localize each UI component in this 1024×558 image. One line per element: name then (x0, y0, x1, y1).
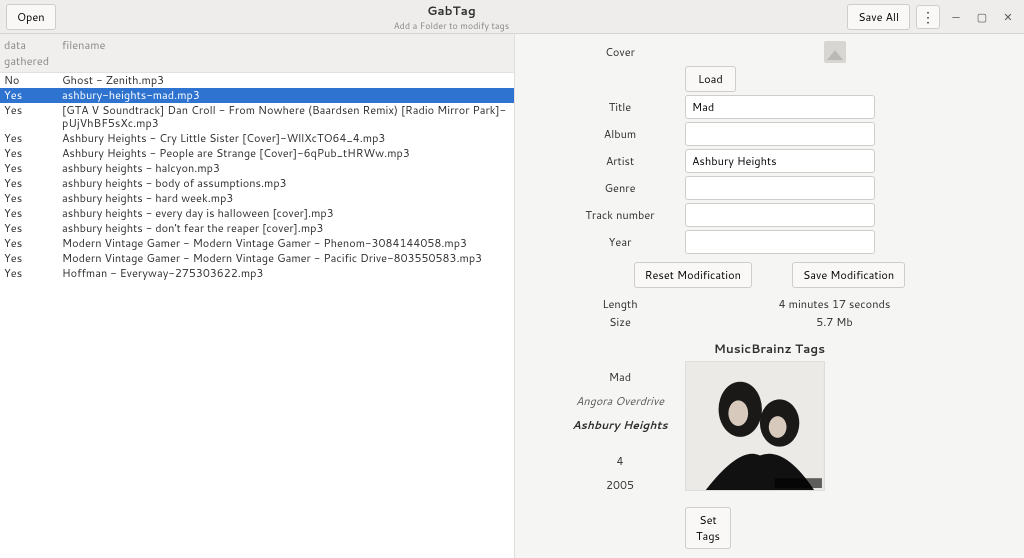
year-input[interactable] (685, 230, 875, 254)
table-row[interactable]: Yesashbury heights - don't fear the reap… (0, 221, 514, 236)
size-label: Size (555, 314, 685, 330)
title-input[interactable] (685, 95, 875, 119)
cell-gathered: No (4, 74, 62, 87)
musicbrainz-cover-image (685, 361, 825, 491)
table-row[interactable]: Yesashbury heights - halcyon.mp3 (0, 161, 514, 176)
cell-gathered: Yes (4, 192, 62, 205)
artist-input[interactable] (685, 149, 875, 173)
musicbrainz-tags: Mad Angora Overdrive Ashbury Heights 4 2… (555, 361, 685, 501)
title-label: Title (555, 99, 685, 115)
app-subtitle: Add a Folder to modify tags (62, 19, 842, 32)
close-button[interactable]: ✕ (998, 7, 1018, 27)
open-button[interactable]: Open (6, 4, 56, 30)
column-header-filename[interactable]: filename (62, 37, 510, 69)
cell-gathered: Yes (4, 89, 62, 102)
column-header-gathered[interactable]: data gathered (4, 37, 62, 69)
length-label: Length (555, 296, 685, 312)
table-row[interactable]: YesModern Vintage Gamer - Modern Vintage… (0, 236, 514, 251)
cell-filename: Ashbury Heights - People are Strange [Co… (62, 147, 510, 160)
cell-gathered: Yes (4, 237, 62, 250)
cell-filename: ashbury heights - don't fear the reaper … (62, 222, 510, 235)
cell-filename: Modern Vintage Gamer - Modern Vintage Ga… (62, 252, 510, 265)
cell-filename: ashbury heights - every day is halloween… (62, 207, 510, 220)
cell-gathered: Yes (4, 132, 62, 145)
cover-label: Cover (555, 44, 685, 60)
titlebar: Open GabTag Add a Folder to modify tags … (0, 0, 1024, 34)
cell-gathered: Yes (4, 104, 62, 130)
cell-gathered: Yes (4, 252, 62, 265)
load-cover-button[interactable]: Load (685, 66, 736, 92)
table-header: data gathered filename (0, 34, 514, 73)
cover-placeholder-icon (824, 41, 846, 63)
year-label: Year (555, 234, 685, 250)
cell-filename: Ghost - Zenith.mp3 (62, 74, 510, 87)
length-value: 4 minutes 17 seconds (685, 296, 984, 312)
details-panel: Cover Load Title Album Artist Genre Trac… (515, 34, 1024, 558)
save-modification-button[interactable]: Save Modification (792, 262, 905, 288)
cell-filename: ashbury heights - halcyon.mp3 (62, 162, 510, 175)
album-label: Album (555, 126, 685, 142)
cell-gathered: Yes (4, 177, 62, 190)
table-row[interactable]: Yesashbury heights - body of assumptions… (0, 176, 514, 191)
table-row[interactable]: YesHoffman - Everyway-275303622.mp3 (0, 266, 514, 281)
kebab-icon (921, 7, 935, 27)
table-row[interactable]: YesModern Vintage Gamer - Modern Vintage… (0, 251, 514, 266)
track-input[interactable] (685, 203, 875, 227)
cell-filename: [GTA V Soundtrack] Dan Croll - From Nowh… (62, 104, 510, 130)
cell-filename: ashbury heights - body of assumptions.mp… (62, 177, 510, 190)
hamburger-menu-button[interactable] (916, 5, 940, 29)
cell-gathered: Yes (4, 207, 62, 220)
table-body: NoGhost - Zenith.mp3Yesashbury-heights-m… (0, 73, 514, 558)
mb-title: Mad (555, 369, 685, 385)
genre-label: Genre (555, 180, 685, 196)
app-title: GabTag (62, 2, 842, 19)
track-label: Track number (555, 207, 685, 223)
cell-gathered: Yes (4, 147, 62, 160)
table-row[interactable]: YesAshbury Heights - People are Strange … (0, 146, 514, 161)
mb-year: 2005 (555, 477, 685, 493)
cell-filename: Modern Vintage Gamer - Modern Vintage Ga… (62, 237, 510, 250)
table-row[interactable]: Yes[GTA V Soundtrack] Dan Croll - From N… (0, 103, 514, 131)
table-row[interactable]: Yesashbury heights - every day is hallow… (0, 206, 514, 221)
table-row[interactable]: Yesashbury-heights-mad.mp3 (0, 88, 514, 103)
musicbrainz-heading: MusicBrainz Tags (555, 340, 984, 357)
file-list-panel: data gathered filename NoGhost - Zenith.… (0, 34, 515, 558)
size-value: 5.7 Mb (685, 314, 984, 330)
minimize-button[interactable]: — (946, 7, 966, 27)
table-row[interactable]: YesAshbury Heights - Cry Little Sister [… (0, 131, 514, 146)
table-row[interactable]: Yesashbury heights - hard week.mp3 (0, 191, 514, 206)
cell-gathered: Yes (4, 267, 62, 280)
mb-artist: Ashbury Heights (555, 417, 685, 433)
set-tags-button[interactable]: Set Tags (685, 507, 731, 549)
reset-modification-button[interactable]: Reset Modification (634, 262, 752, 288)
table-row[interactable]: NoGhost - Zenith.mp3 (0, 73, 514, 88)
mb-album: Angora Overdrive (555, 393, 685, 409)
album-input[interactable] (685, 122, 875, 146)
cell-gathered: Yes (4, 162, 62, 175)
maximize-button[interactable]: ▢ (972, 7, 992, 27)
mb-track: 4 (555, 453, 685, 469)
cell-filename: Ashbury Heights - Cry Little Sister [Cov… (62, 132, 510, 145)
artist-label: Artist (555, 153, 685, 169)
genre-input[interactable] (685, 176, 875, 200)
cell-filename: Hoffman - Everyway-275303622.mp3 (62, 267, 510, 280)
cell-filename: ashbury heights - hard week.mp3 (62, 192, 510, 205)
cell-filename: ashbury-heights-mad.mp3 (62, 89, 510, 102)
title-wrap: GabTag Add a Folder to modify tags (62, 2, 842, 32)
save-all-button[interactable]: Save All (847, 4, 910, 30)
cell-gathered: Yes (4, 222, 62, 235)
